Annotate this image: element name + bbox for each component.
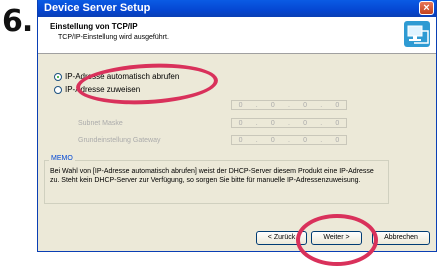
title-bar: Device Server Setup × [38,0,436,17]
octet: 0 [238,101,243,109]
radio-manual-ip-button[interactable] [54,85,62,94]
header-title: Einstellung von TCP/IP [50,22,138,31]
memo-text: Bei Wahl von [IP-Adresse automatisch abr… [50,168,374,184]
gateway-input: 0. 0. 0. 0 [231,135,347,145]
octet-dot: . [287,136,290,144]
octet: 0 [238,119,243,127]
octet-dot: . [255,119,258,127]
octet: 0 [270,101,275,109]
octet: 0 [335,136,340,144]
radio-auto-ip-button[interactable] [54,72,62,81]
octet: 0 [303,136,308,144]
octet: 0 [303,119,308,127]
octet-dot: . [320,101,323,109]
octet: 0 [303,101,308,109]
memo-box: MEMO Bei Wahl von [IP-Adresse automatisc… [44,155,389,204]
octet: 0 [335,101,340,109]
cancel-button[interactable]: Abbrechen [372,231,430,245]
network-computer-icon [404,21,430,47]
octet-dot: . [320,119,323,127]
octet-dot: . [255,101,258,109]
header-subtitle: TCP/IP-Einstellung wird ausgeführt. [58,34,169,41]
octet-dot: . [320,136,323,144]
octet: 0 [335,119,340,127]
step-number: 6. [2,4,33,39]
ip-address-input: 0. 0. 0. 0 [231,100,347,110]
octet-dot: . [287,101,290,109]
octet: 0 [238,136,243,144]
octet-dot: . [287,119,290,127]
gateway-label: Grundeinstellung Gateway [78,137,161,144]
window-title: Device Server Setup [44,2,151,14]
octet: 0 [270,136,275,144]
memo-title: MEMO [49,155,75,162]
close-button[interactable]: × [419,1,434,15]
highlight-ring-next [296,214,378,266]
header-panel: Einstellung von TCP/IP TCP/IP-Einstellun… [38,17,436,54]
subnet-mask-label: Subnet Maske [78,120,123,127]
subnet-mask-input: 0. 0. 0. 0 [231,118,347,128]
octet: 0 [270,119,275,127]
octet-dot: . [255,136,258,144]
